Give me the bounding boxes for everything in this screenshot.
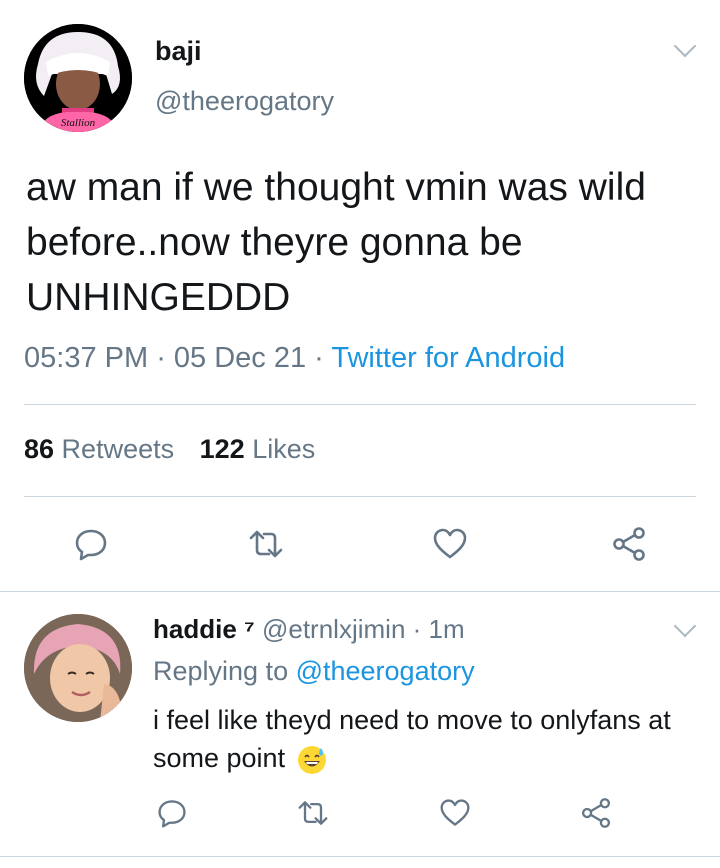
tweet-stats: 86 Retweets 122 Likes bbox=[24, 434, 315, 465]
like-icon[interactable] bbox=[439, 797, 471, 829]
replying-handle-link[interactable]: @theerogatory bbox=[296, 656, 475, 686]
tweet-text: aw man if we thought vmin was wild befor… bbox=[26, 166, 646, 319]
divider bbox=[0, 856, 720, 857]
like-icon[interactable] bbox=[432, 526, 468, 562]
reply-author-name[interactable]: haddie ⁷ bbox=[153, 614, 255, 644]
tweet-meta: 05:37 PM · 05 Dec 21 · Twitter for Andro… bbox=[24, 342, 565, 375]
meta-separator: · bbox=[306, 342, 332, 374]
reply-text: i feel like theyd need to move to onlyfa… bbox=[153, 701, 703, 777]
avatar-caption: Stallion bbox=[61, 117, 96, 129]
replying-to: Replying to @theerogatory bbox=[153, 656, 475, 687]
retweets-stat[interactable]: 86 Retweets bbox=[24, 434, 174, 464]
divider bbox=[24, 404, 696, 405]
retweet-icon[interactable] bbox=[248, 526, 284, 562]
author-name[interactable]: baji bbox=[155, 36, 202, 67]
avatar[interactable]: Stallion bbox=[24, 24, 132, 132]
share-icon[interactable] bbox=[611, 526, 647, 562]
avatar[interactable] bbox=[24, 614, 132, 722]
tweet-date: 05 Dec 21 bbox=[173, 342, 307, 374]
divider bbox=[0, 591, 720, 592]
likes-label: Likes bbox=[244, 434, 316, 464]
retweets-label: Retweets bbox=[54, 434, 175, 464]
likes-stat[interactable]: 122 Likes bbox=[200, 434, 316, 464]
reply-body: i feel like theyd need to move to onlyfa… bbox=[153, 705, 671, 773]
chevron-down-icon[interactable] bbox=[673, 614, 697, 638]
tweet-time: 05:37 PM bbox=[24, 342, 149, 374]
tweet-source-link[interactable]: Twitter for Android bbox=[331, 342, 565, 374]
reply-icon[interactable] bbox=[73, 526, 109, 562]
retweets-count: 86 bbox=[24, 434, 55, 464]
reply-header: haddie ⁷ @etrnlxjimin · 1m bbox=[153, 614, 465, 645]
grinning-sweat-emoji-icon bbox=[297, 745, 327, 775]
likes-count: 122 bbox=[199, 434, 245, 464]
replying-prefix: Replying to bbox=[153, 656, 296, 686]
reply-icon[interactable] bbox=[156, 797, 188, 829]
meta-separator: · bbox=[148, 342, 174, 374]
author-handle[interactable]: @theerogatory bbox=[155, 86, 334, 117]
divider bbox=[24, 496, 696, 497]
reply-author-handle[interactable]: @etrnlxjimin bbox=[262, 614, 405, 644]
meta-separator: · bbox=[405, 614, 429, 644]
share-icon[interactable] bbox=[580, 797, 612, 829]
chevron-down-icon[interactable] bbox=[673, 34, 697, 58]
retweet-icon[interactable] bbox=[297, 797, 329, 829]
reply-time: 1m bbox=[428, 614, 465, 644]
